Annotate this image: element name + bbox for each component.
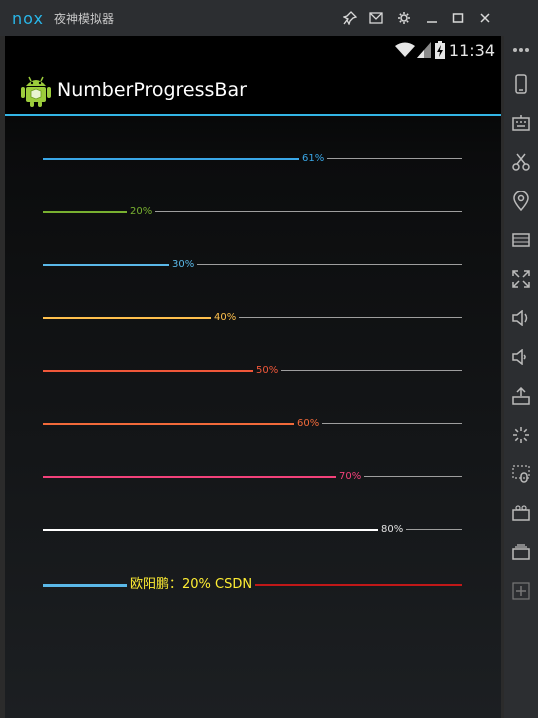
progress-reached-bar [43,158,299,160]
screenshot-scissors-icon[interactable] [509,150,533,174]
progress-text: 20% [130,206,153,217]
macro-record-icon[interactable] [509,462,533,486]
pin-icon[interactable] [340,8,360,28]
wifi-icon [395,42,415,62]
progress-unreached-bar [255,584,462,586]
fullscreen-icon[interactable] [509,267,533,291]
action-bar-title: NumberProgressBar [57,79,247,101]
apk-install-icon[interactable] [509,384,533,408]
number-progress-bar: 60% [43,416,462,432]
status-bar: 11:34 [5,36,501,66]
progress-text: 80% [381,524,404,535]
number-progress-bar: 50% [43,363,462,379]
emulator-tool-rail [504,36,538,718]
android-app-icon[interactable] [19,72,53,108]
emulator-app-name: 夜神模拟器 [54,12,115,26]
progress-text: 30% [172,259,195,270]
android-screen: 11:34 NumberProgressBar 61% 20% 30% 40% 50% 6… [5,36,501,718]
signal-icon [417,42,431,62]
location-pin-icon[interactable] [509,189,533,213]
number-progress-bar: 61% [43,151,462,167]
video-record-icon[interactable] [509,501,533,525]
add-more-icon[interactable] [509,579,533,603]
more-options-icon[interactable] [509,38,533,62]
keyboard-icon[interactable] [509,111,533,135]
progress-text: 50% [256,365,279,376]
progress-unreached-bar [364,476,462,477]
progress-unreached-bar [155,211,462,212]
progress-text: 欧阳鹏：20% CSDN [130,577,253,592]
progress-unreached-bar [327,158,462,159]
progress-reached-bar [43,264,169,266]
shake-loading-icon[interactable] [509,423,533,447]
rotate-phone-icon[interactable] [509,72,533,96]
status-clock: 11:34 [448,41,495,60]
progress-unreached-bar [239,317,462,318]
progress-reached-bar [43,476,336,478]
number-progress-bar: 30% [43,257,462,273]
progress-reached-bar [43,211,127,213]
progress-reached-bar [43,317,211,319]
progress-unreached-bar [406,529,462,530]
number-progress-bar: 欧阳鹏：20% CSDN [43,577,462,593]
emulator-title-bar: nox 夜神模拟器 [0,0,538,36]
progress-text: 61% [302,153,325,164]
progress-text: 40% [214,312,237,323]
volume-down-icon[interactable] [509,345,533,369]
settings-gear-icon[interactable] [394,8,414,28]
progress-reached-bar [43,370,253,372]
volume-up-icon[interactable] [509,306,533,330]
progress-unreached-bar [197,264,462,265]
number-progress-bar: 40% [43,310,462,326]
number-progress-bar: 80% [43,522,462,538]
close-icon[interactable] [475,8,495,28]
progress-reached-bar [43,584,127,587]
progress-unreached-bar [322,423,462,424]
maximize-icon[interactable] [448,8,468,28]
number-progress-bar: 70% [43,469,462,485]
progress-reached-bar [43,529,378,531]
battery-icon [435,41,445,63]
progress-text: 70% [339,471,362,482]
number-progress-bar: 20% [43,204,462,220]
progress-reached-bar [43,423,294,425]
multi-window-icon[interactable] [509,228,533,252]
nox-logo: nox [12,9,44,28]
action-bar: NumberProgressBar [5,66,501,116]
minimize-icon[interactable] [422,8,442,28]
mail-icon[interactable] [366,8,386,28]
progress-text: 60% [297,418,320,429]
multi-instance-icon[interactable] [509,540,533,564]
progress-unreached-bar [281,370,462,371]
